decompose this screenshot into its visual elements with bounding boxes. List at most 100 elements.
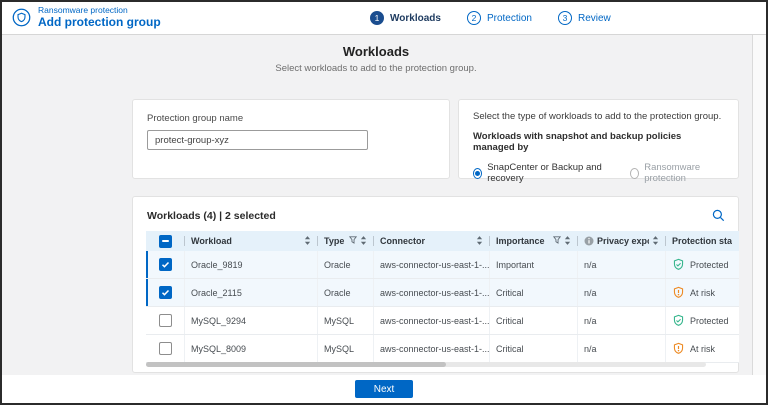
workload-type: Oracle [318,251,374,278]
horizontal-scrollbar-thumb[interactable] [146,362,446,367]
sort-icon[interactable] [304,235,311,247]
workload-type: MySQL [318,307,374,334]
protection-group-name-input[interactable] [147,130,368,150]
sort-icon[interactable] [652,235,659,247]
sort-icon[interactable] [564,235,571,247]
column-label: Connector [380,236,425,246]
shield-check-icon [672,314,685,327]
cards-row: Protection group name Select the type of… [132,99,739,184]
search-icon[interactable] [712,209,725,222]
column-label: Importance [496,236,545,246]
row-checkbox-cell [146,335,185,362]
workload-connector: aws-connector-us-east-1-... [374,251,490,278]
radio-label: Ransomware protection [644,162,701,184]
top-header: Ransomware protection Add protection gro… [2,2,766,35]
status-label: At risk [690,343,716,354]
workload-connector: aws-connector-us-east-1-... [374,307,490,334]
row-checkbox[interactable] [158,286,172,299]
header-titles: Ransomware protection Add protection gro… [38,5,161,30]
horizontal-scrollbar-track[interactable] [146,362,706,367]
workload-importance: Critical [490,279,578,306]
filter-icon[interactable] [552,236,562,246]
step-number: 2 [466,11,481,25]
table-row[interactable]: MySQL_9294 MySQL aws-connector-us-east-1… [146,307,739,335]
workload-name: Oracle_9819 [185,251,318,278]
type-prompt: Select the type of workloads to add to t… [473,111,722,122]
step-label: Review [577,12,611,24]
workload-name: MySQL_9294 [185,307,318,334]
workload-importance: Critical [490,307,578,334]
workload-protection-status: At risk [666,335,739,362]
workload-name: MySQL_8009 [185,335,318,362]
workload-connector: aws-connector-us-east-1-... [374,279,490,306]
column-label: Type [324,236,345,246]
main-title: Workloads [342,44,410,59]
table-header-row: Workload Type Connector Importance Priva… [146,231,739,251]
workloads-table-card: Workloads (4) | 2 selected Workload Type… [132,196,739,373]
app-window: Ransomware protection Add protection gro… [0,0,768,405]
status-label: At risk [690,287,716,298]
row-checkbox[interactable] [158,258,172,271]
workload-name: Oracle_2115 [185,279,318,306]
name-field-label: Protection group name [147,113,244,124]
radio-icon [473,167,483,179]
column-header-workload[interactable]: Workload [185,231,318,251]
workload-type: Oracle [318,279,374,306]
radio-snapcenter-backup-recovery[interactable]: SnapCenter or Backup and recovery [473,162,610,184]
protection-group-name-card: Protection group name [132,99,450,179]
workload-protection-status: Protected [666,307,739,334]
table-row[interactable]: Oracle_2115 Oracle aws-connector-us-east… [146,279,739,307]
step-review[interactable]: 3 Review [557,11,611,25]
table-row[interactable]: MySQL_8009 MySQL aws-connector-us-east-1… [146,335,739,363]
workload-privacy-exposure: n/a [578,279,666,306]
type-group-label: Workloads with snapshot and backup polic… [473,131,682,153]
info-icon [584,236,594,246]
radio-ransomware-protection[interactable]: Ransomware protection [630,162,724,184]
vertical-scrollbar-track[interactable] [752,35,766,375]
column-header-connector[interactable]: Connector [374,231,490,251]
row-checkbox-cell [146,279,185,306]
column-label: Workload [191,236,232,246]
step-number: 1 [370,11,384,25]
next-button[interactable]: Next [355,380,413,398]
row-checkbox-cell [146,251,185,278]
workload-privacy-exposure: n/a [578,335,666,362]
page-title: Add protection group [38,14,161,29]
workload-type-card: Select the type of workloads to add to t… [458,99,739,184]
radio-icon [630,167,640,179]
sort-icon[interactable] [360,235,367,247]
select-all-checkbox[interactable] [146,231,185,251]
column-header-protection-status[interactable]: Protection status [666,231,739,251]
step-label: Workloads [390,12,441,24]
step-label: Protection [486,12,532,24]
column-header-type[interactable]: Type [318,231,374,251]
shield-exclamation-icon [672,342,685,355]
radio-label: SnapCenter or Backup and recovery [487,162,602,184]
footer-bar: Next [2,375,766,403]
status-label: Protected [690,259,729,270]
table-summary: Workloads (4) | 2 selected [147,210,276,222]
page-head: Workloads Select workloads to add to the… [2,44,750,74]
workload-connector: aws-connector-us-east-1-... [374,335,490,362]
row-checkbox[interactable] [158,342,172,355]
filter-icon[interactable] [348,236,358,246]
column-header-importance[interactable]: Importance [490,231,578,251]
table-body: Oracle_9819 Oracle aws-connector-us-east… [146,251,739,363]
workload-importance: Important [490,251,578,278]
workload-importance: Critical [490,335,578,362]
sort-icon[interactable] [476,235,483,247]
step-workloads[interactable]: 1 Workloads [370,11,441,25]
column-header-privacy-exposure[interactable]: Privacy exposure [578,231,666,251]
brand: Ransomware protection Add protection gro… [2,5,161,30]
workloads-table: Workload Type Connector Importance Priva… [146,231,739,363]
table-row[interactable]: Oracle_9819 Oracle aws-connector-us-east… [146,251,739,279]
indeterminate-checkbox-icon [159,234,172,248]
row-checkbox-cell [146,307,185,334]
step-number: 3 [557,11,572,25]
row-checkbox[interactable] [158,314,172,327]
column-label: Privacy exposure [597,236,649,246]
workload-type: MySQL [318,335,374,362]
column-label: Protection status [672,236,732,246]
ransomware-protection-icon [12,8,31,27]
step-protection[interactable]: 2 Protection [466,11,532,25]
